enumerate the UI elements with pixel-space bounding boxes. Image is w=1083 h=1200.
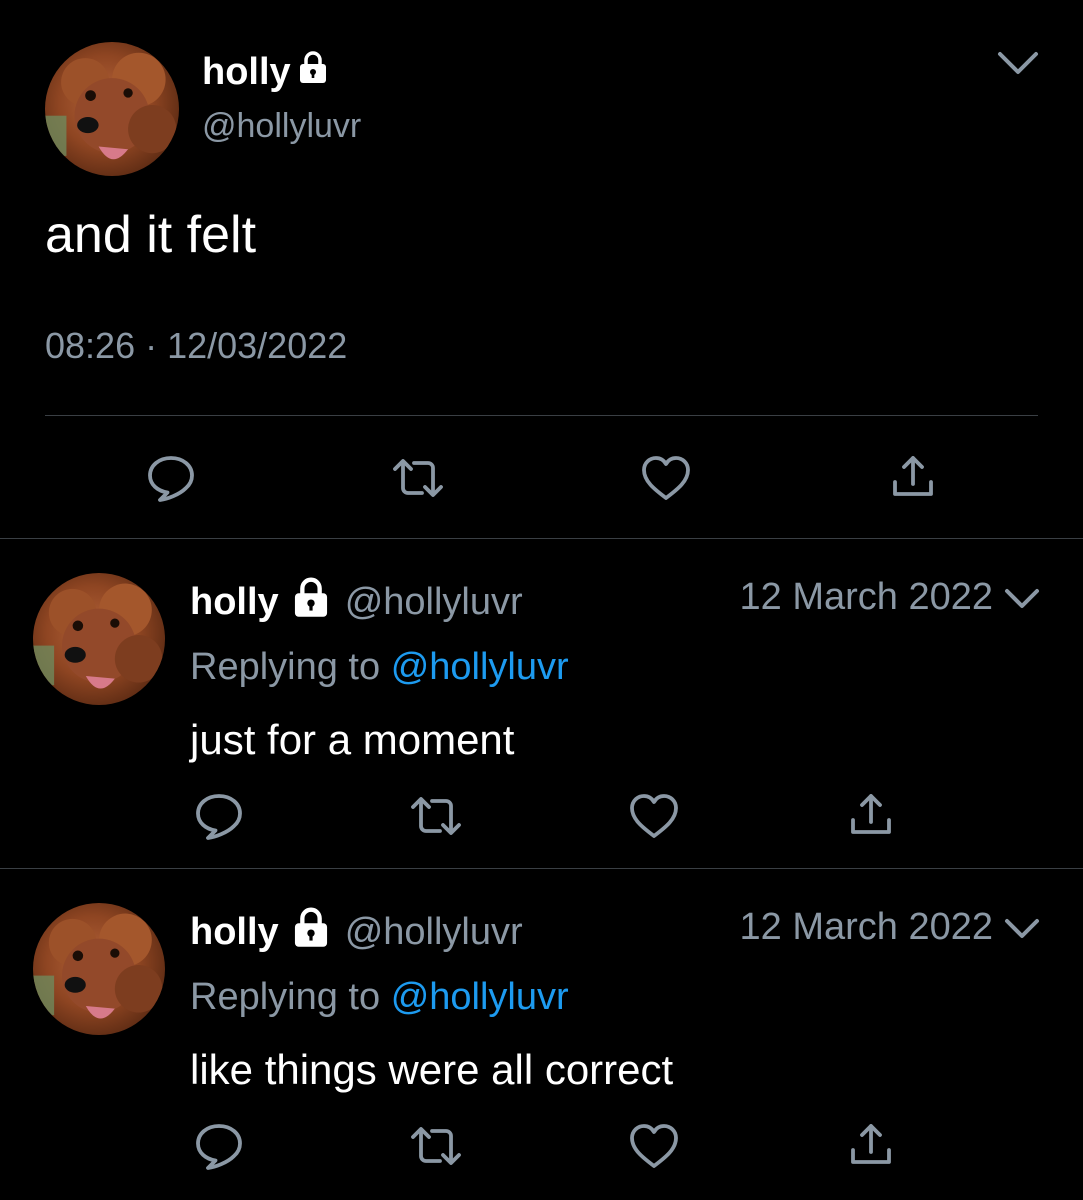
lock-icon: [297, 50, 329, 94]
avatar[interactable]: [33, 903, 165, 1035]
like-icon[interactable]: [628, 790, 680, 842]
retweet-icon[interactable]: [410, 790, 462, 842]
mention-link[interactable]: @hollyluvr: [391, 646, 569, 688]
reply-icon[interactable]: [145, 452, 197, 504]
share-icon[interactable]: [887, 452, 939, 504]
retweet-icon[interactable]: [392, 452, 444, 504]
display-name-text: holly: [202, 50, 291, 93]
reply-icon[interactable]: [193, 1120, 245, 1172]
lock-icon: [291, 576, 331, 628]
tweet-time: 08:26: [45, 325, 136, 366]
tweet-text: like things were all correct: [190, 1046, 674, 1093]
tweet-text: and it felt: [45, 206, 257, 264]
separator: ·: [145, 325, 158, 366]
tweet-date: 12/03/2022: [167, 325, 348, 366]
replying-to: Replying to @hollyluvr: [190, 646, 569, 689]
tweet-text: just for a moment: [190, 716, 515, 763]
handle[interactable]: @hollyluvr: [345, 911, 523, 954]
tweet-date[interactable]: 12 March 2022: [740, 906, 994, 949]
display-name[interactable]: holly: [190, 911, 279, 954]
divider: [0, 538, 1083, 539]
handle[interactable]: @hollyluvr: [202, 107, 361, 146]
like-icon[interactable]: [628, 1120, 680, 1172]
mention-link[interactable]: @hollyluvr: [391, 976, 569, 1018]
divider: [0, 868, 1083, 869]
handle[interactable]: @hollyluvr: [345, 581, 523, 624]
replying-prefix: Replying to: [190, 646, 381, 688]
share-icon[interactable]: [845, 790, 897, 842]
tweet-date[interactable]: 12 March 2022: [740, 576, 994, 619]
chevron-down-icon[interactable]: [996, 48, 1040, 78]
chevron-down-icon[interactable]: [1004, 916, 1040, 942]
tweet-timestamp[interactable]: 08:26 · 12/03/2022: [45, 325, 347, 367]
replying-to: Replying to @hollyluvr: [190, 976, 569, 1019]
replying-prefix: Replying to: [190, 976, 381, 1018]
share-icon[interactable]: [845, 1120, 897, 1172]
reply-author[interactable]: holly @hollyluvr: [190, 906, 523, 958]
divider: [45, 415, 1038, 416]
avatar[interactable]: [45, 42, 179, 176]
lock-icon: [291, 906, 331, 958]
display-name[interactable]: holly: [190, 581, 279, 624]
like-icon[interactable]: [640, 452, 692, 504]
reply-author[interactable]: holly @hollyluvr: [190, 576, 523, 628]
chevron-down-icon[interactable]: [1004, 586, 1040, 612]
avatar[interactable]: [33, 573, 165, 705]
retweet-icon[interactable]: [410, 1120, 462, 1172]
tweet-thread: holly @hollyluvr and it felt 08:26 · 12/03…: [0, 0, 1083, 1200]
display-name[interactable]: holly: [202, 50, 329, 94]
reply-icon[interactable]: [193, 790, 245, 842]
